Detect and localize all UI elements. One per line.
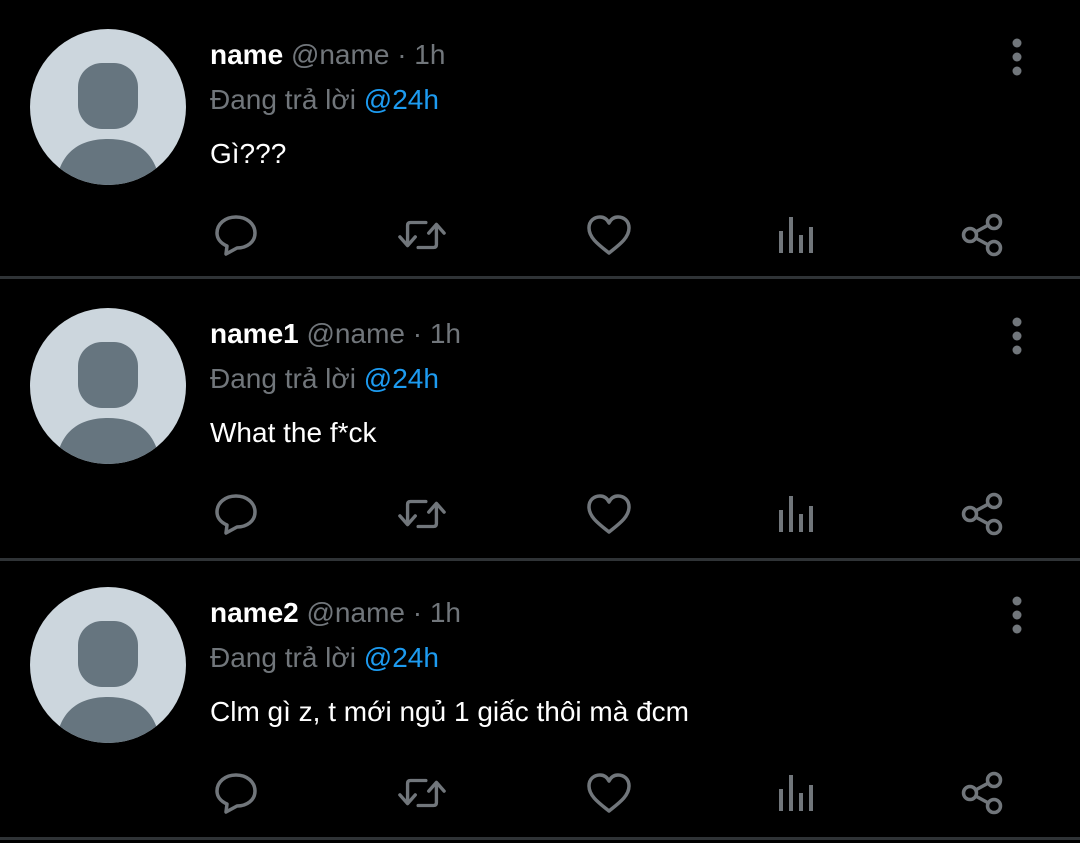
reply-button[interactable]	[211, 489, 261, 539]
replying-to-mention[interactable]: @24h	[364, 84, 439, 115]
display-name[interactable]: name	[210, 39, 283, 70]
separator-dot: ·	[397, 39, 407, 70]
heart-icon	[587, 773, 631, 813]
timestamp[interactable]: 1h	[430, 318, 461, 349]
heart-icon	[587, 494, 631, 534]
speech-bubble-icon	[215, 215, 257, 256]
like-button[interactable]	[584, 210, 634, 260]
heart-icon	[587, 215, 631, 255]
action-bar	[0, 489, 1080, 539]
tweet[interactable]: name1 @name · 1h Đang trả lời @24h What …	[0, 282, 1080, 561]
views-button[interactable]	[771, 768, 821, 818]
share-button[interactable]	[957, 768, 1007, 818]
vertical-ellipsis-icon	[1012, 38, 1022, 76]
user-handle[interactable]: @name	[307, 318, 405, 349]
replying-to-line: Đang trả lời @24h	[210, 639, 439, 677]
action-bar	[0, 768, 1080, 818]
replying-to-label: Đang trả lời	[210, 363, 356, 394]
tweet[interactable]: name2 @name · 1h Đang trả lời @24h Clm g…	[0, 561, 1080, 840]
user-handle[interactable]: @name	[291, 39, 389, 70]
display-name[interactable]: name1	[210, 318, 299, 349]
retweet-arrows-icon	[398, 220, 446, 250]
reply-button[interactable]	[211, 768, 261, 818]
more-options-button[interactable]	[996, 34, 1038, 80]
user-handle[interactable]: @name	[307, 597, 405, 628]
replying-to-mention[interactable]: @24h	[364, 363, 439, 394]
vertical-ellipsis-icon	[1012, 317, 1022, 355]
retweet-button[interactable]	[397, 768, 447, 818]
more-options-button[interactable]	[996, 592, 1038, 638]
default-profile-icon	[56, 63, 160, 185]
share-nodes-icon	[961, 492, 1003, 536]
action-bar	[0, 210, 1080, 260]
like-button[interactable]	[584, 768, 634, 818]
retweet-arrows-icon	[398, 778, 446, 808]
bar-chart-icon	[779, 217, 813, 253]
views-button[interactable]	[771, 489, 821, 539]
more-options-button[interactable]	[996, 313, 1038, 359]
default-profile-icon	[56, 621, 160, 743]
speech-bubble-icon	[215, 494, 257, 535]
views-button[interactable]	[771, 210, 821, 260]
avatar[interactable]	[30, 29, 186, 185]
replying-to-line: Đang trả lời @24h	[210, 360, 439, 398]
retweet-arrows-icon	[398, 499, 446, 529]
share-button[interactable]	[957, 489, 1007, 539]
retweet-button[interactable]	[397, 210, 447, 260]
like-button[interactable]	[584, 489, 634, 539]
bar-chart-icon	[779, 775, 813, 811]
display-name[interactable]: name2	[210, 597, 299, 628]
replying-to-label: Đang trả lời	[210, 642, 356, 673]
tweet-text: What the f*ck	[210, 417, 377, 448]
timestamp[interactable]: 1h	[430, 597, 461, 628]
reply-button[interactable]	[211, 210, 261, 260]
replying-to-mention[interactable]: @24h	[364, 642, 439, 673]
share-nodes-icon	[961, 771, 1003, 815]
separator-dot: ·	[412, 318, 423, 349]
separator-dot: ·	[412, 597, 423, 628]
reply-feed: name @name · 1h Đang trả lời @24h Gì???	[0, 0, 1080, 843]
tweet[interactable]: name @name · 1h Đang trả lời @24h Gì???	[0, 0, 1080, 279]
avatar[interactable]	[30, 587, 186, 743]
timestamp[interactable]: 1h	[414, 39, 445, 70]
vertical-ellipsis-icon	[1012, 596, 1022, 634]
tweet-text: Clm gì z, t mới ngủ 1 giấc thôi mà đcm	[210, 696, 689, 727]
replying-to-label: Đang trả lời	[210, 84, 356, 115]
share-nodes-icon	[961, 213, 1003, 257]
avatar[interactable]	[30, 308, 186, 464]
bar-chart-icon	[779, 496, 813, 532]
tweet-header: name2 @name · 1h	[210, 594, 461, 632]
speech-bubble-icon	[215, 773, 257, 814]
tweet-header: name @name · 1h	[210, 36, 445, 74]
default-profile-icon	[56, 342, 160, 464]
tweet-header: name1 @name · 1h	[210, 315, 461, 353]
retweet-button[interactable]	[397, 489, 447, 539]
replying-to-line: Đang trả lời @24h	[210, 81, 439, 119]
share-button[interactable]	[957, 210, 1007, 260]
tweet-text: Gì???	[210, 138, 287, 169]
